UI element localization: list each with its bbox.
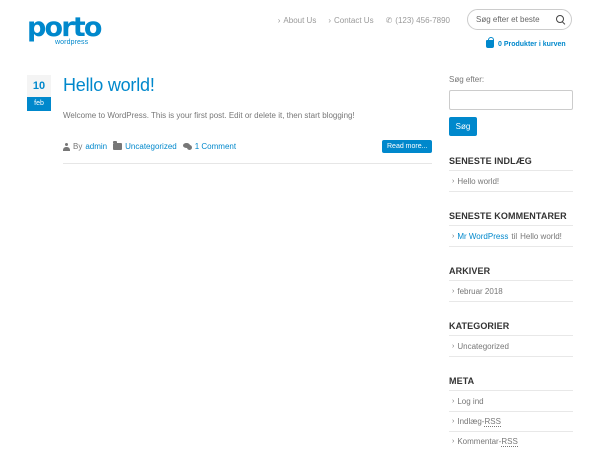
post-date-month: feb [27, 97, 51, 111]
archives-title: ARKIVER [449, 266, 491, 276]
meta-comments-prefix: Kommentar- [457, 437, 502, 446]
recent-comments-title: SENESTE KOMMENTARER [449, 211, 567, 221]
chevron-right-icon: › [452, 398, 455, 405]
rss-abbr: RSS [484, 417, 501, 427]
read-more-button[interactable]: Read more... [382, 140, 433, 153]
phone-number-text: (123) 456-7890 [395, 15, 450, 25]
archive-label: februar 2018 [457, 287, 503, 296]
recent-comment-connector: til [511, 232, 518, 241]
header-search-input[interactable] [476, 15, 554, 24]
sidebar-search-input[interactable] [449, 90, 573, 110]
user-icon [63, 142, 70, 151]
nav-about-us-label: About Us [283, 15, 317, 25]
post-category: Uncategorized [113, 141, 177, 151]
post-meta: By admin Uncategorized 1 Comment [63, 141, 236, 151]
post-author-prefix: By [73, 142, 83, 151]
recent-post-label: Hello world! [457, 177, 500, 186]
meta-comments-rss-label: Kommentar-RSS [457, 437, 518, 447]
nav-about-us[interactable]: › About Us [278, 16, 317, 25]
chevron-right-icon: › [452, 233, 455, 240]
meta-login-link[interactable]: › Log ind [452, 397, 484, 406]
chevron-right-icon: › [277, 15, 281, 25]
recent-posts-title: SENESTE INDLÆG [449, 156, 532, 166]
meta-entries-rss-label: Indlæg-RSS [457, 417, 501, 427]
post-comments-link[interactable]: 1 Comment [195, 142, 236, 151]
nav-contact-us[interactable]: › Contact Us [328, 16, 373, 25]
widget-divider [449, 356, 573, 357]
widget-divider [449, 431, 573, 432]
recent-post-item[interactable]: › Hello world! [452, 177, 499, 186]
chevron-right-icon: › [452, 343, 455, 350]
shopping-bag-icon [486, 37, 494, 48]
post-divider [63, 163, 432, 164]
post-category-link[interactable]: Uncategorized [125, 142, 177, 151]
chevron-right-icon: › [328, 15, 331, 25]
chevron-right-icon: › [452, 178, 455, 185]
post-date-day: 10 [27, 75, 51, 97]
comments-icon [182, 143, 192, 150]
widget-divider [449, 191, 573, 192]
meta-entries-prefix: Indlæg- [457, 417, 485, 426]
category-item[interactable]: › Uncategorized [452, 342, 509, 351]
phone-icon: ✆ [385, 15, 393, 25]
widget-divider [449, 170, 573, 171]
cart-link[interactable]: 0 Produkter i kurven [486, 37, 566, 48]
logo-text: porto [27, 12, 102, 43]
chevron-right-icon: › [452, 438, 455, 445]
post-author-link[interactable]: admin [85, 142, 107, 151]
categories-title: KATEGORIER [449, 321, 510, 331]
rss-abbr: RSS [501, 437, 518, 447]
widget-divider [449, 246, 573, 247]
cart-label: 0 Produkter i kurven [498, 40, 566, 48]
chevron-right-icon: › [452, 418, 455, 425]
chevron-right-icon: › [452, 288, 455, 295]
meta-title: META [449, 376, 475, 386]
sidebar-search-button[interactable]: Søg [449, 117, 477, 136]
widget-divider [449, 225, 573, 226]
header-search [467, 9, 572, 30]
phone-number: ✆ (123) 456-7890 [386, 16, 450, 25]
widget-divider [449, 411, 573, 412]
search-icon[interactable] [556, 15, 565, 24]
recent-comment-item: › Mr WordPress til Hello world! [452, 232, 562, 241]
post-comments: 1 Comment [182, 142, 236, 151]
meta-comments-rss-link[interactable]: › Kommentar-RSS [452, 437, 518, 447]
widget-divider [449, 301, 573, 302]
category-label: Uncategorized [457, 342, 509, 351]
meta-login-label: Log ind [457, 397, 484, 406]
nav-contact-us-label: Contact Us [334, 15, 374, 25]
post-date: 10 feb [27, 75, 51, 111]
site-logo[interactable]: porto wordpress [27, 12, 102, 48]
top-navigation: › About Us › Contact Us ✆ (123) 456-7890 [278, 14, 450, 26]
post-excerpt: Welcome to WordPress. This is your first… [63, 111, 355, 120]
recent-comment-post[interactable]: Hello world! [520, 232, 562, 241]
widget-divider [449, 280, 573, 281]
recent-comment-author[interactable]: Mr WordPress [457, 232, 508, 241]
meta-entries-rss-link[interactable]: › Indlæg-RSS [452, 417, 501, 427]
post-title[interactable]: Hello world! [63, 75, 155, 96]
widget-divider [449, 335, 573, 336]
logo-subtext: wordpress [55, 39, 89, 46]
folder-icon [113, 141, 123, 150]
post-author: By admin [63, 142, 107, 151]
sidebar-search-label: Søg efter: [449, 75, 485, 84]
widget-divider [449, 390, 573, 391]
archive-item[interactable]: › februar 2018 [452, 287, 503, 296]
